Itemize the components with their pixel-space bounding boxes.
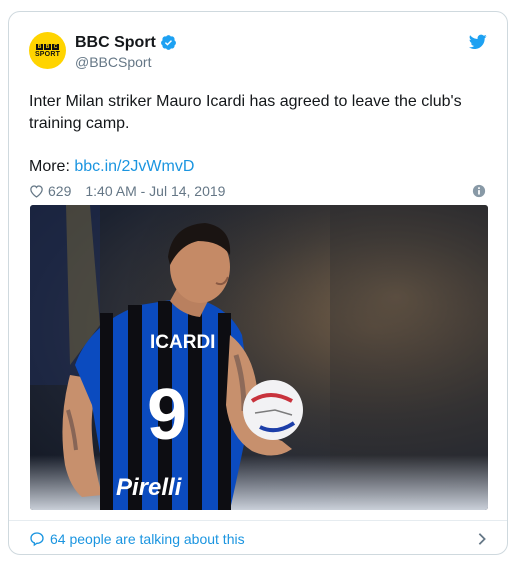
more-label: More: — [29, 158, 70, 175]
author-display-name-row[interactable]: BBC Sport — [75, 32, 177, 53]
tweet-link[interactable]: bbc.in/2JvWmvD — [74, 158, 194, 175]
author-handle[interactable]: @BBCSport — [75, 54, 177, 70]
avatar[interactable]: B B C SPORT — [29, 32, 66, 69]
like-count[interactable]: 629 — [48, 183, 71, 199]
timestamp[interactable]: 1:40 AM - Jul 14, 2019 — [85, 183, 225, 199]
jersey-name: ICARDI — [150, 332, 215, 353]
author-display-name[interactable]: BBC Sport — [75, 34, 156, 52]
speech-bubble-icon — [30, 532, 44, 547]
more-line: More: bbc.in/2JvWmvD — [29, 158, 194, 176]
avatar-sport-label: SPORT — [34, 50, 61, 58]
bbc-logo-c: C — [52, 43, 59, 50]
twitter-bird-icon[interactable] — [469, 34, 487, 50]
bbc-logo-b2: B — [44, 43, 51, 50]
heart-icon[interactable] — [29, 184, 44, 198]
tweet-media-photo[interactable]: ICARDI 9 Pirelli — [30, 205, 488, 510]
footer-divider — [9, 520, 507, 521]
tweet-meta: 629 1:40 AM - Jul 14, 2019 — [29, 181, 489, 201]
jersey-number: 9 — [147, 375, 187, 455]
tweet-header: B B C SPORT BBC Sport @BBCSport — [29, 32, 487, 72]
chevron-right-icon[interactable] — [477, 532, 487, 546]
jersey-sponsor: Pirelli — [116, 474, 183, 501]
talking-count[interactable]: 64 people are talking about this — [50, 531, 245, 547]
tweet-footer[interactable]: 64 people are talking about this — [29, 529, 489, 549]
author-names: BBC Sport @BBCSport — [75, 32, 177, 70]
verified-badge-icon — [160, 35, 176, 50]
bbc-logo-blocks: B B C — [36, 43, 59, 50]
info-icon[interactable] — [472, 184, 486, 198]
tweet-text: Inter Milan striker Mauro Icardi has agr… — [29, 93, 462, 132]
player-photo: ICARDI 9 Pirelli — [30, 205, 488, 510]
bbc-logo-b1: B — [36, 43, 43, 50]
tweet-card: B B C SPORT BBC Sport @BBCSport Inter Mi… — [8, 11, 508, 555]
